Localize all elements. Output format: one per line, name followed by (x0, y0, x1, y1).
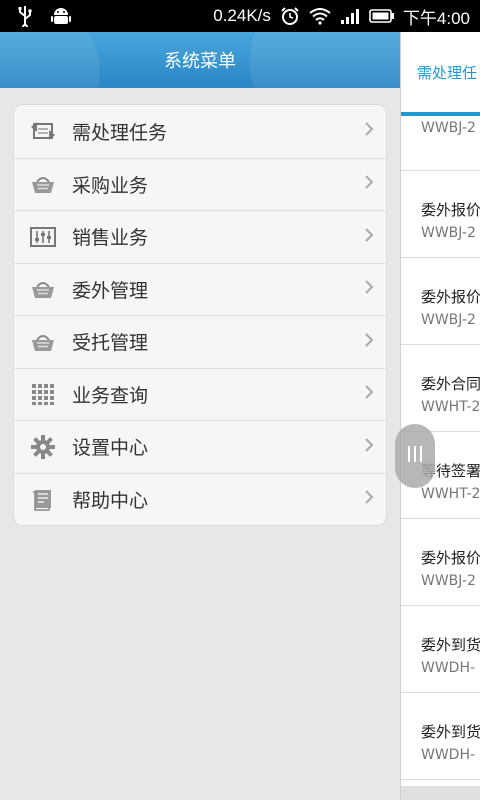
list-item-title: 委外到货 (421, 723, 480, 741)
tab-pending-tasks[interactable]: 需处理任 (417, 62, 477, 83)
list-item[interactable]: WWBJ-2 (401, 116, 480, 171)
sync-task-icon (28, 116, 58, 146)
navigation-drawer: 系统菜单 需处理任务 采购业务 销售业务 委外管理 受托管理 业务查询 设置中心… (0, 32, 400, 800)
list-item[interactable]: 委外到货 WWDH- (401, 693, 480, 780)
menu-item-label: 设置中心 (72, 437, 149, 460)
content-footer (401, 786, 480, 800)
chevron-right-icon (364, 121, 374, 141)
list-item-code: WWHT-2 (421, 486, 480, 502)
list-item-code: WWHT-2 (421, 399, 480, 415)
basket-icon (28, 274, 58, 304)
menu-item-business-query[interactable]: 业务查询 (14, 367, 386, 421)
menu-item-label: 销售业务 (72, 227, 149, 250)
network-speed: 0.24K/s (213, 6, 271, 25)
grip-lines-icon (406, 444, 424, 468)
tab-bar: 需处理任 (401, 32, 480, 116)
menu-item-label: 受托管理 (72, 332, 149, 355)
list-item[interactable]: 委外报价 WWBJ-2 (401, 258, 480, 345)
battery-icon (369, 5, 395, 27)
usb-icon (14, 5, 36, 27)
status-bar: 0.24K/s 下午4:00 (0, 0, 480, 32)
basket-icon (28, 169, 58, 199)
basket-icon (28, 327, 58, 357)
list-item-code: WWDH- (421, 747, 476, 763)
menu-item-outsourcing[interactable]: 委外管理 (14, 262, 386, 316)
list-item[interactable]: 委外合同 WWHT-2 (401, 345, 480, 432)
list-item-code: WWDH- (421, 660, 476, 676)
list-item-title: 委外报价 (421, 201, 480, 219)
chevron-right-icon (364, 279, 374, 299)
gear-icon (28, 432, 58, 462)
list-item[interactable]: 委外报价 WWBJ-2 (401, 171, 480, 258)
menu-item-settings[interactable]: 设置中心 (14, 420, 386, 473)
menu-list: 需处理任务 采购业务 销售业务 委外管理 受托管理 业务查询 设置中心 帮助中心 (13, 104, 387, 526)
android-debug-icon (50, 5, 72, 27)
list-item-code: WWBJ-2 (421, 312, 476, 328)
menu-item-entrusted[interactable]: 受托管理 (14, 315, 386, 368)
menu-item-purchasing[interactable]: 采购业务 (14, 157, 386, 211)
chevron-right-icon (364, 489, 374, 509)
drawer-title: 系统菜单 (164, 51, 236, 72)
equalizer-icon (28, 222, 58, 252)
list-item-title: 委外合同 (421, 375, 480, 393)
menu-item-label: 委外管理 (72, 279, 149, 302)
grid-icon (28, 379, 58, 409)
list-item-code: WWBJ-2 (421, 225, 476, 241)
drawer-header: 系统菜单 (0, 32, 400, 88)
signal-icon (339, 5, 361, 27)
list-item-title: 委外到货 (421, 636, 480, 654)
chevron-right-icon (364, 332, 374, 352)
menu-item-pending-tasks[interactable]: 需处理任务 (14, 105, 386, 158)
list-item-code: WWBJ-2 (421, 573, 476, 589)
menu-item-sales[interactable]: 销售业务 (14, 210, 386, 263)
list-item-title: 委外报价 (421, 288, 480, 306)
list-item-title: 委外报价 (421, 549, 480, 567)
chevron-right-icon (364, 227, 374, 247)
list-item[interactable]: 委外报价 WWBJ-2 (401, 519, 480, 606)
list-item[interactable]: 委外到货 WWDH- (401, 606, 480, 693)
clock: 下午4:00 (402, 8, 470, 28)
wifi-icon (309, 5, 331, 27)
chevron-right-icon (364, 437, 374, 457)
chevron-right-icon (364, 174, 374, 194)
list-item-code: WWBJ-2 (421, 120, 476, 136)
main-content: 需处理任 WWBJ-2 委外报价 WWBJ-2 委外报价 WWBJ-2 委外合同… (400, 32, 480, 800)
drawer-drag-handle[interactable] (395, 424, 435, 488)
alarm-icon (279, 5, 301, 27)
chevron-right-icon (364, 384, 374, 404)
menu-item-label: 需处理任务 (72, 121, 168, 144)
menu-item-label: 帮助中心 (72, 489, 149, 512)
menu-item-label: 采购业务 (72, 174, 149, 197)
document-icon (28, 484, 58, 514)
menu-item-help[interactable]: 帮助中心 (14, 472, 386, 526)
menu-item-label: 业务查询 (72, 384, 149, 407)
